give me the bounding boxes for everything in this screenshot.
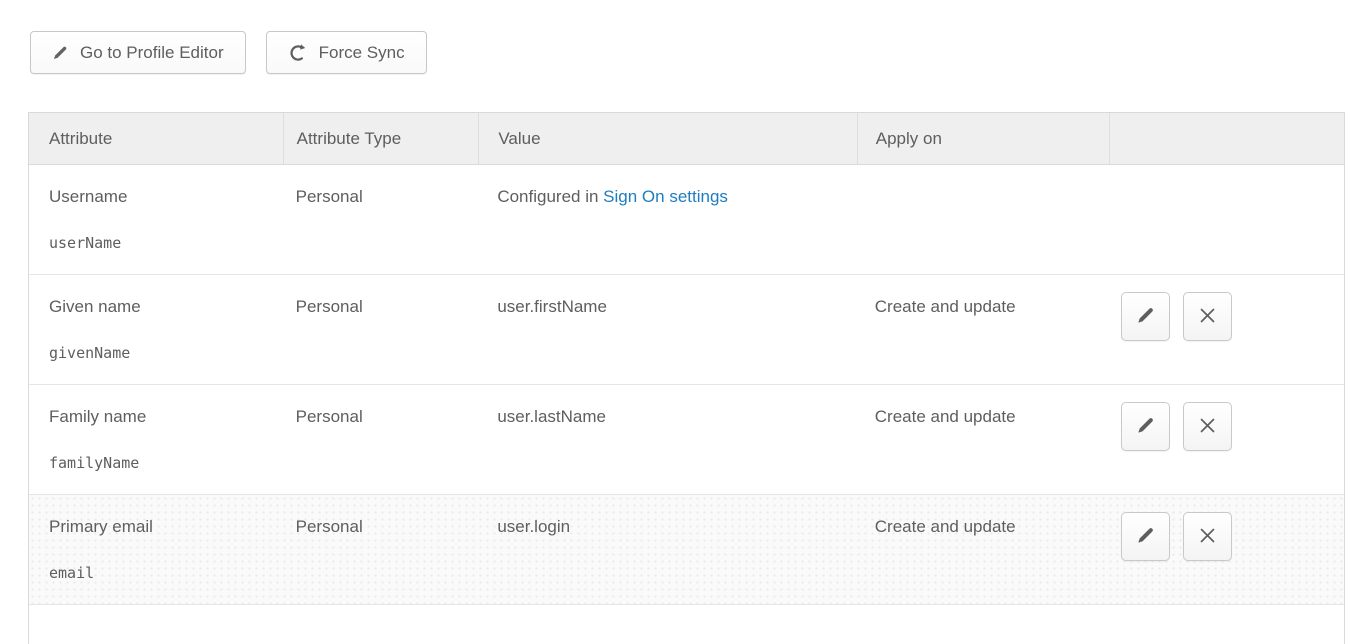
attribute-type-cell: Personal	[283, 495, 479, 604]
close-icon	[1198, 526, 1217, 548]
attribute-mappings-page: Go to Profile Editor Force Sync Attribut…	[0, 0, 1370, 644]
table-row-partial	[29, 605, 1344, 644]
attribute-label: Primary email	[49, 516, 283, 538]
attribute-code: givenName	[49, 342, 283, 364]
table-row-family-name: Family name familyName Personal user.las…	[29, 385, 1344, 495]
edit-attribute-button[interactable]	[1121, 512, 1170, 561]
attribute-type-cell: Personal	[283, 275, 479, 384]
pencil-icon	[1136, 305, 1156, 328]
refresh-icon	[288, 43, 308, 63]
attribute-label: Given name	[49, 296, 283, 318]
pencil-icon	[1136, 525, 1156, 548]
value-cell: user.lastName	[478, 385, 856, 494]
attribute-cell: Family name familyName	[29, 385, 283, 494]
column-header-attribute: Attribute	[29, 113, 283, 164]
go-to-profile-editor-label: Go to Profile Editor	[80, 43, 224, 63]
column-header-actions	[1109, 113, 1344, 164]
value-cell: user.firstName	[478, 275, 856, 384]
toolbar: Go to Profile Editor Force Sync	[30, 31, 427, 74]
column-header-apply-on: Apply on	[857, 113, 1110, 164]
actions-cell	[1109, 385, 1344, 494]
force-sync-button[interactable]: Force Sync	[266, 31, 427, 74]
attribute-type-cell: Personal	[283, 165, 479, 274]
attribute-cell: Primary email email	[29, 495, 283, 604]
close-icon	[1198, 306, 1217, 328]
close-icon	[1198, 416, 1217, 438]
force-sync-label: Force Sync	[319, 43, 405, 63]
attribute-label: Username	[49, 186, 283, 208]
apply-on-cell: Create and update	[857, 495, 1110, 604]
pencil-icon	[1136, 415, 1156, 438]
attribute-type-cell: Personal	[283, 385, 479, 494]
table-row-username: Username userName Personal Configured in…	[29, 165, 1344, 275]
go-to-profile-editor-button[interactable]: Go to Profile Editor	[30, 31, 246, 74]
apply-on-cell: Create and update	[857, 385, 1110, 494]
apply-on-cell: Create and update	[857, 275, 1110, 384]
attribute-cell: Username userName	[29, 165, 283, 274]
sign-on-settings-link[interactable]: Sign On settings	[603, 187, 728, 206]
apply-on-cell	[857, 165, 1110, 274]
actions-cell	[1109, 495, 1344, 604]
delete-attribute-button[interactable]	[1183, 512, 1232, 561]
actions-cell	[1109, 165, 1344, 274]
table-row-primary-email: Primary email email Personal user.login …	[29, 495, 1344, 605]
delete-attribute-button[interactable]	[1183, 292, 1232, 341]
edit-attribute-button[interactable]	[1121, 292, 1170, 341]
attribute-code: userName	[49, 232, 283, 254]
attribute-label: Family name	[49, 406, 283, 428]
table-row-given-name: Given name givenName Personal user.first…	[29, 275, 1344, 385]
value-cell: user.login	[478, 495, 856, 604]
attribute-code: familyName	[49, 452, 283, 474]
actions-cell	[1109, 275, 1344, 384]
value-text: Configured in	[497, 187, 603, 206]
pencil-icon	[52, 44, 69, 61]
value-cell: Configured in Sign On settings	[478, 165, 856, 274]
attributes-table: Attribute Attribute Type Value Apply on …	[28, 112, 1345, 644]
attribute-code: email	[49, 562, 283, 584]
column-header-value: Value	[478, 113, 856, 164]
delete-attribute-button[interactable]	[1183, 402, 1232, 451]
attribute-cell: Given name givenName	[29, 275, 283, 384]
edit-attribute-button[interactable]	[1121, 402, 1170, 451]
table-header: Attribute Attribute Type Value Apply on	[29, 113, 1344, 165]
column-header-attribute-type: Attribute Type	[283, 113, 479, 164]
